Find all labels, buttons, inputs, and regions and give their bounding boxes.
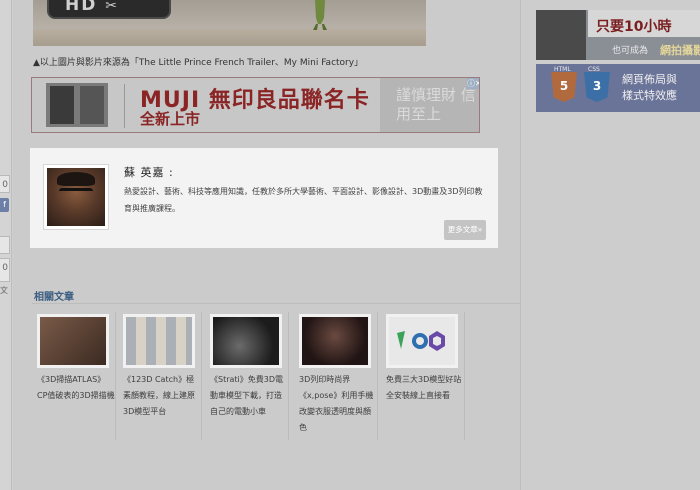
- sidebar-ad-photography[interactable]: 只要10小時 也可成為 網拍攝影達: [536, 10, 700, 60]
- related-articles-heading: 相關文章: [34, 292, 74, 303]
- image-caption: ▲以上圖片與影片來源為「The Little Prince French Tra…: [33, 58, 364, 68]
- avatar-glasses: [59, 188, 93, 201]
- sidebar-ad-html5[interactable]: HTML CSS 5 3 網頁佈局與 樣式特效應: [536, 64, 700, 112]
- ad-subline: 也可成為: [612, 46, 649, 56]
- html-label: HTML: [554, 66, 571, 73]
- ad-headline: 只要10小時: [596, 19, 672, 35]
- ad-subtitle: 全新上市: [140, 110, 201, 128]
- related-item[interactable]: 3D列印時尚界《x,pose》利用手機改變衣服透明度與顏色: [296, 312, 378, 440]
- css3-shield-icon: 3: [584, 72, 610, 102]
- ad-disclaimer: 謹慎理財 信用至上: [396, 86, 476, 123]
- related-thumbnail[interactable]: [123, 314, 195, 368]
- share-widget-2[interactable]: [0, 236, 10, 254]
- css-label: CSS: [588, 66, 600, 73]
- hd-badge-text: HD: [65, 0, 98, 15]
- thumb-image: [213, 317, 279, 365]
- ad-card-image-2: [80, 86, 104, 124]
- ad-divider: [124, 84, 125, 128]
- related-item[interactable]: 《123D Catch》極素顏教程，線上建原3D模型平台: [120, 312, 202, 440]
- html5-shield-icon: 5: [551, 72, 577, 102]
- figure-legs-icon: [313, 0, 327, 30]
- author-name: 蘇 英嘉 :: [124, 166, 174, 179]
- facebook-share-icon[interactable]: f: [0, 198, 9, 212]
- ad-highlight: 網拍攝影達: [660, 44, 700, 57]
- ad-html5-text: 網頁佈局與 樣式特效應: [622, 73, 677, 102]
- author-box: 蘇 英嘉 : 熱愛設計、藝術、科技等應用知識，任教於多所大學藝術、平面設計、影像…: [30, 148, 498, 248]
- thumb-image: [126, 317, 192, 365]
- related-item[interactable]: 《Strati》免費3D電動車模型下載，打造自己的電動小車: [207, 312, 289, 440]
- related-item[interactable]: 《3D掃描ATLAS》CP值破表的3D掃描機: [34, 312, 116, 440]
- thumb-image: [389, 317, 455, 365]
- thumb-image: [302, 317, 368, 365]
- article-hero-image: HD ✂: [33, 0, 426, 46]
- related-title[interactable]: 《123D Catch》極素顏教程，線上建原3D模型平台: [123, 372, 201, 420]
- author-avatar[interactable]: [47, 168, 105, 226]
- share-count: 0: [2, 180, 8, 190]
- related-item[interactable]: 免費三大3D模型好站全安裝線上直接看: [383, 312, 465, 440]
- ad-close-icon[interactable]: ⓘ✕: [467, 78, 479, 89]
- ad-camera-image: [536, 10, 586, 60]
- avatar-hair: [57, 172, 95, 186]
- related-thumbnail[interactable]: [386, 314, 458, 368]
- left-strip-label: 文: [0, 286, 8, 295]
- author-bio: 熱愛設計、藝術、科技等應用知識，任教於多所大學藝術、平面設計、影像設計、3D動畫…: [124, 187, 483, 213]
- scissors-icon: ✂: [105, 0, 119, 14]
- ad-card-image-1: [50, 86, 74, 124]
- hero-figure: [305, 0, 335, 30]
- hd-badge: HD ✂: [47, 0, 171, 19]
- related-title[interactable]: 免費三大3D模型好站全安裝線上直接看: [386, 372, 464, 404]
- related-title[interactable]: 3D列印時尚界《x,pose》利用手機改變衣服透明度與顏色: [299, 372, 377, 436]
- author-avatar-frame: [43, 164, 109, 230]
- related-title[interactable]: 《3D掃描ATLAS》CP值破表的3D掃描機: [37, 372, 115, 404]
- related-divider: [32, 303, 520, 304]
- 3d-app-logos-icon: [397, 331, 445, 351]
- hero-sand: [33, 30, 426, 46]
- share-count-widget[interactable]: 0: [0, 175, 10, 193]
- related-thumbnail[interactable]: [299, 314, 371, 368]
- share-count-widget-3[interactable]: 0: [0, 258, 10, 282]
- thumb-image: [40, 317, 106, 365]
- muji-ad-banner[interactable]: MUJI 無印良品聯名卡 全新上市 謹慎理財 信用至上 ⓘ✕: [31, 77, 480, 133]
- share-count-2: 0: [2, 263, 8, 273]
- related-thumbnail[interactable]: [37, 314, 109, 368]
- related-thumbnail[interactable]: [210, 314, 282, 368]
- related-title[interactable]: 《Strati》免費3D電動車模型下載，打造自己的電動小車: [210, 372, 288, 420]
- more-articles-button[interactable]: 更多文章»: [444, 220, 486, 240]
